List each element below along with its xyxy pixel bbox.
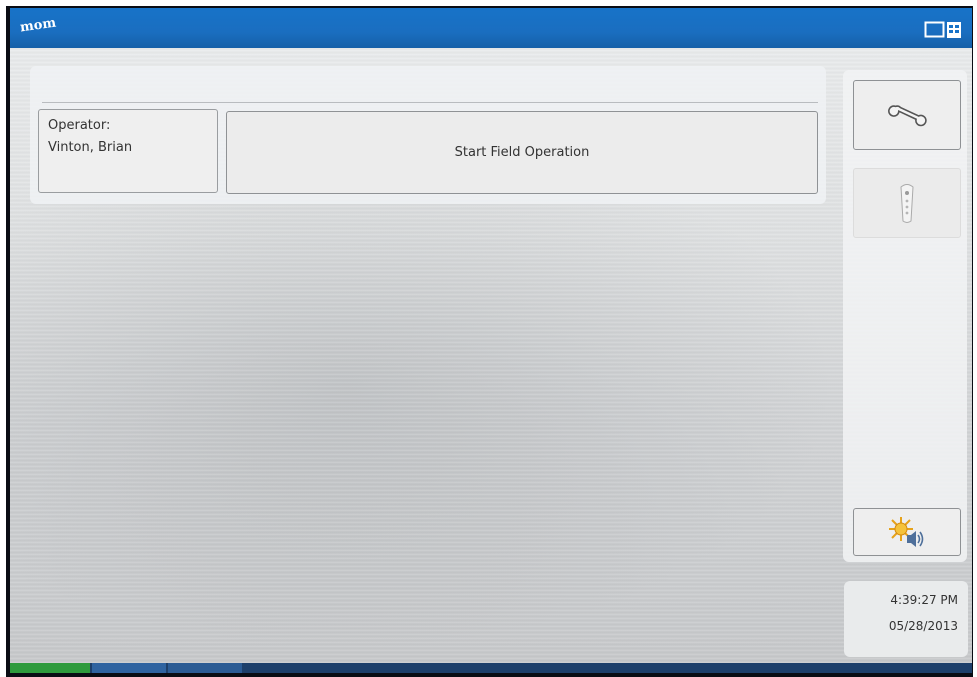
bottom-tab-1[interactable] — [10, 663, 90, 673]
clock-time: 4:39:27 PM — [890, 593, 958, 607]
bottom-tab-bar — [10, 663, 972, 673]
remote-icon — [900, 184, 914, 223]
start-field-operation-label: Start Field Operation — [454, 145, 590, 160]
top-bar: mom — [10, 8, 972, 48]
tools-button[interactable] — [853, 80, 961, 150]
brightness-volume-icon — [889, 517, 924, 547]
remote-button[interactable] — [853, 168, 961, 238]
start-field-operation-button[interactable]: Start Field Operation — [226, 111, 818, 194]
screen: mom Operator: Vinton, Brian Start Field … — [10, 8, 972, 673]
operator-name: Vinton, Brian — [48, 140, 133, 155]
panel-divider — [42, 102, 818, 103]
clock-date: 05/28/2013 — [888, 619, 958, 633]
bottom-tab-2[interactable] — [92, 663, 166, 673]
operator-button[interactable]: Operator: Vinton, Brian — [38, 109, 218, 193]
display-switch-icon[interactable] — [924, 20, 962, 40]
operator-label: Operator: — [48, 118, 111, 133]
brightness-volume-button[interactable] — [853, 508, 961, 556]
clock: 4:39:27 PM 05/28/2013 — [844, 581, 968, 657]
side-panel — [843, 70, 967, 562]
wrench-icon — [888, 105, 927, 127]
bottom-tab-3[interactable] — [168, 663, 242, 673]
app-logo: mom — [19, 15, 58, 36]
